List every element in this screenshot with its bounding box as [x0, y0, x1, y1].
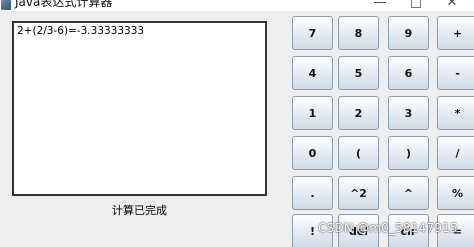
title-bar: Java表达式计算器 — ✕	[0, 0, 474, 11]
key-multiply[interactable]: *	[437, 96, 474, 130]
key-power[interactable]: ^	[388, 176, 429, 210]
status-label: 计算已完成	[112, 204, 167, 217]
key-percent[interactable]: %	[437, 176, 474, 210]
minimize-button[interactable]: —	[362, 0, 398, 10]
key-decimal[interactable]: .	[292, 176, 333, 210]
key-open-paren[interactable]: (	[338, 136, 379, 170]
java-app-icon	[1, 0, 11, 10]
expression-result-text: 2+(2/3-6)=-3.33333333	[17, 25, 145, 37]
key-minus[interactable]: -	[437, 56, 474, 90]
window-title: Java表达式计算器	[15, 0, 113, 9]
key-2[interactable]: 2	[338, 96, 379, 130]
key-4[interactable]: 4	[292, 56, 333, 90]
expression-display[interactable]: 2+(2/3-6)=-3.33333333	[12, 21, 267, 196]
key-0[interactable]: 0	[292, 136, 333, 170]
key-3[interactable]: 3	[388, 96, 429, 130]
key-9[interactable]: 9	[388, 16, 429, 50]
key-7[interactable]: 7	[292, 16, 333, 50]
key-5[interactable]: 5	[338, 56, 379, 90]
close-button[interactable]: ✕	[434, 0, 470, 10]
csdn-watermark: CSDN @m0_58147915	[318, 221, 458, 235]
maximize-button[interactable]	[398, 0, 434, 10]
key-close-paren[interactable]: )	[388, 136, 429, 170]
key-divide[interactable]: /	[437, 136, 474, 170]
maximize-icon	[411, 0, 421, 8]
key-square[interactable]: ^2	[338, 176, 379, 210]
key-1[interactable]: 1	[292, 96, 333, 130]
key-plus[interactable]: +	[437, 16, 474, 50]
key-8[interactable]: 8	[338, 16, 379, 50]
key-6[interactable]: 6	[388, 56, 429, 90]
